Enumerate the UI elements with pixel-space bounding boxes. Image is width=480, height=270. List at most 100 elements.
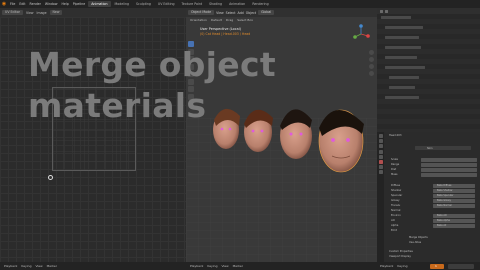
uv-view-menu[interactable]: View	[26, 11, 34, 15]
timeline-left-menus: Playback Keying View Marker	[4, 264, 57, 268]
outliner-row[interactable]	[389, 86, 415, 89]
viewport-menu-add[interactable]: Add	[238, 11, 244, 15]
menu-render[interactable]: Render	[28, 2, 43, 6]
timeline-marker-menu[interactable]: Marker	[47, 264, 57, 268]
bake-all-label: Bake All	[437, 224, 447, 228]
timeline-bar: Playback Keying View Marker Playback Key…	[0, 262, 480, 270]
timeline-keying-menu-2[interactable]: Keying	[207, 264, 217, 268]
panel-viewport-display[interactable]: Viewport Display	[389, 255, 411, 258]
object-name-field[interactable]: Head.003	[389, 134, 402, 137]
option-use-atlas[interactable]: Use Atlas	[409, 241, 421, 244]
timeline-marker-menu-2[interactable]: Marker	[233, 264, 243, 268]
bake-shadow-label: Bake Shadow	[437, 189, 453, 193]
check-environment[interactable]: Environ	[391, 214, 401, 217]
material-slot-bar[interactable]	[415, 146, 471, 150]
range-field[interactable]	[421, 163, 477, 167]
head-model-4-selected[interactable]	[318, 109, 364, 173]
option-merge-objects[interactable]: Merge Objects	[409, 236, 428, 239]
viewport-menu-object[interactable]: Object	[246, 11, 256, 15]
outliner-row[interactable]	[385, 56, 417, 59]
modifier-tab-icon[interactable]	[378, 165, 383, 170]
timeline-playback-menu-3[interactable]: Playback	[380, 264, 393, 268]
render-tab-icon[interactable]	[378, 139, 383, 144]
drag-value[interactable]: Select Box	[237, 18, 253, 22]
object-tab-icon[interactable]	[378, 159, 383, 164]
camera-view-icon[interactable]	[369, 64, 374, 69]
outliner-row[interactable]	[385, 96, 419, 99]
check-alpha[interactable]: Alpha	[391, 224, 398, 227]
workspace-tab-animation[interactable]: Animation	[88, 1, 111, 7]
viewport-menu-view[interactable]: View	[216, 11, 224, 15]
frame-range-field[interactable]	[448, 263, 474, 269]
menu-window[interactable]: Window	[43, 2, 60, 6]
outliner-filter-icon[interactable]	[385, 9, 388, 13]
transform-orientation-dropdown[interactable]: Global	[258, 10, 275, 15]
outliner-row[interactable]	[389, 76, 419, 79]
outliner-display-mode-icon[interactable]	[380, 9, 383, 13]
outliner-row[interactable]	[385, 36, 419, 39]
workspace-tab-rendering[interactable]: Rendering	[249, 1, 271, 7]
new-image-button[interactable]: New	[49, 10, 63, 15]
field-label-dist: Dist	[391, 168, 397, 171]
panel-custom-properties[interactable]: Custom Properties	[389, 250, 413, 253]
check-translucency[interactable]: Translu	[391, 204, 400, 207]
world-tab-icon[interactable]	[378, 154, 383, 159]
dist-field[interactable]	[421, 168, 477, 172]
timeline-playback-menu-2[interactable]: Playback	[190, 264, 203, 268]
timeline-mid-menus: Playback Keying View Marker	[190, 264, 243, 268]
mass-field[interactable]	[421, 173, 477, 177]
top-menu-bar: ◉ File Edit Render Window Help Pipeline …	[0, 0, 480, 262]
workspace-tab-texture-paint[interactable]: Texture Paint	[179, 1, 206, 7]
check-normal[interactable]: Normal	[391, 209, 400, 212]
blender-logo-icon[interactable]: ◉	[0, 0, 8, 8]
blender-window: ◉ File Edit Render Window Help Pipeline …	[0, 0, 480, 270]
check-diffuse[interactable]: Diffuse	[391, 184, 400, 187]
outliner-row[interactable]	[385, 46, 421, 49]
timeline-view-menu-2[interactable]: View	[221, 264, 228, 268]
check-specular[interactable]: Specular	[391, 194, 402, 197]
workspace-tab-shading[interactable]: Shading	[206, 1, 225, 7]
check-ao[interactable]: AO	[391, 219, 395, 222]
viewport-menu-select[interactable]: Select	[226, 11, 236, 15]
pan-hand-icon[interactable]	[369, 57, 374, 62]
scene-tab-icon[interactable]	[378, 149, 383, 154]
scale-field[interactable]	[421, 158, 477, 162]
material-tab-icon[interactable]	[378, 170, 383, 175]
outliner-row[interactable]	[381, 16, 411, 19]
video-title-overlay: Merge object materials	[28, 44, 276, 126]
timeline-keying-menu-3[interactable]: Keying	[397, 264, 407, 268]
check-emit[interactable]: Emit	[391, 229, 397, 232]
timeline-keying-menu[interactable]: Keying	[21, 264, 31, 268]
field-label-scale: Scale	[391, 158, 398, 161]
check-glossy[interactable]: Glossy	[391, 199, 400, 202]
outliner[interactable]	[377, 14, 480, 132]
menu-file[interactable]: File	[8, 2, 17, 6]
orientation-value[interactable]: Default	[211, 18, 222, 22]
outliner-row[interactable]	[385, 66, 425, 69]
perspective-toggle-icon[interactable]	[369, 71, 374, 76]
output-tab-icon[interactable]	[378, 144, 383, 149]
editor-type-dropdown[interactable]: UV Editor	[2, 10, 23, 15]
navigation-gizmo-icon[interactable]	[351, 24, 371, 44]
zoom-icon[interactable]	[369, 50, 374, 55]
outliner-row[interactable]	[385, 26, 423, 29]
check-shadow[interactable]: Shadow	[391, 189, 401, 192]
current-frame-field[interactable]	[430, 263, 444, 269]
workspace-tab-uv-editing[interactable]: UV Editing	[155, 1, 178, 7]
workspace-tab-animation-2[interactable]: Animation	[226, 1, 248, 7]
tool-tab-icon[interactable]	[378, 134, 383, 138]
menu-help[interactable]: Help	[59, 2, 70, 6]
head-model-3[interactable]	[280, 109, 312, 159]
timeline-view-menu[interactable]: View	[35, 264, 42, 268]
menu-pipeline[interactable]: Pipeline	[71, 2, 87, 6]
workspace-tab-sculpting[interactable]: Sculpting	[133, 1, 154, 7]
menu-edit[interactable]: Edit	[17, 2, 27, 6]
right-panels: Head.003 Skin Scale Range Dist Mass Diff…	[377, 8, 480, 262]
2d-cursor-icon[interactable]	[48, 175, 53, 180]
uv-image-menu[interactable]: Image	[37, 11, 47, 15]
timeline-playback-menu[interactable]: Playback	[4, 264, 17, 268]
uv-editor-header: UV Editor View Image New	[0, 8, 186, 17]
workspace-tab-modeling[interactable]: Modeling	[112, 1, 133, 7]
object-mode-dropdown[interactable]: Object Mode	[188, 10, 215, 15]
field-label-mass: Mass	[391, 173, 398, 176]
